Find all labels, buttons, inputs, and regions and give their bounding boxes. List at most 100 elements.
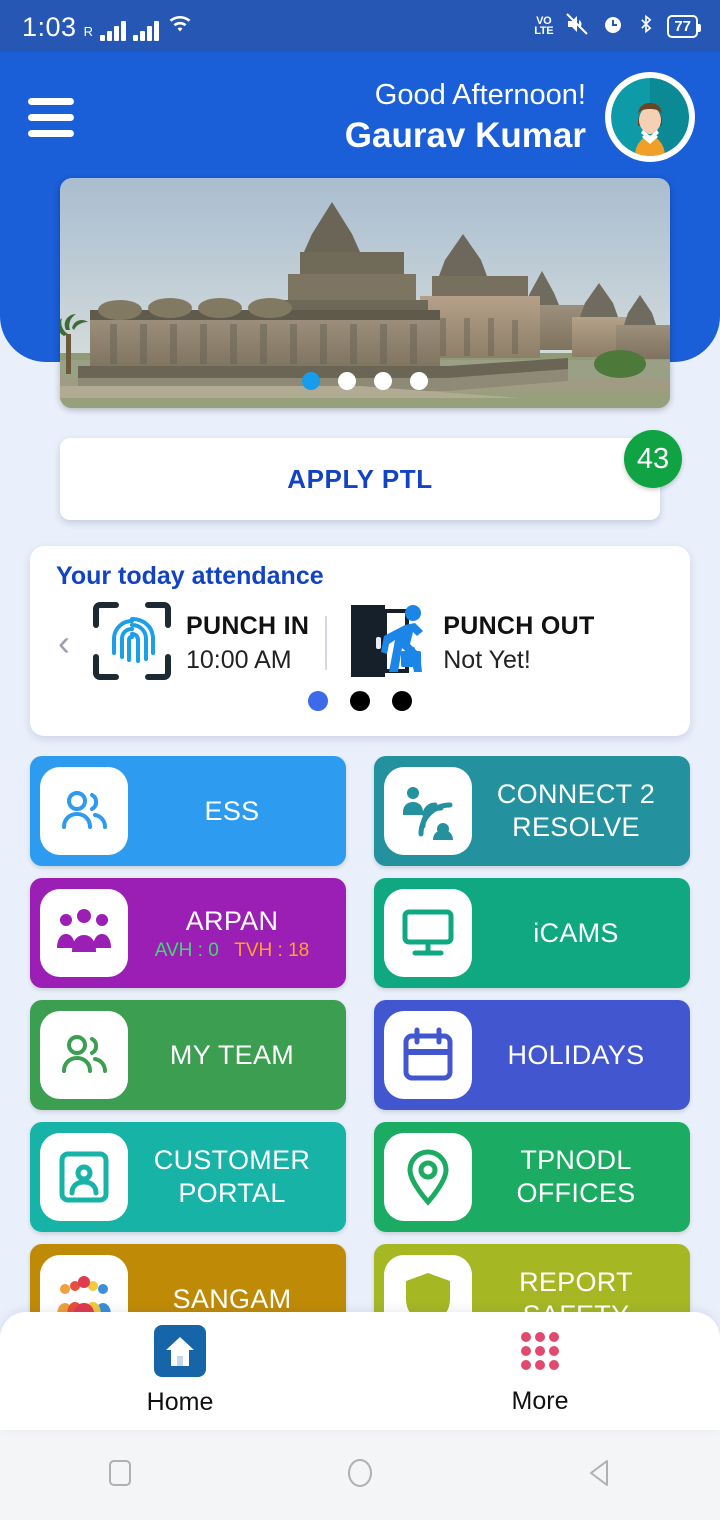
punch-out-value: Not Yet!	[443, 646, 531, 674]
home-icon	[154, 1325, 206, 1382]
greeting-text: Good Afternoon!	[374, 79, 586, 111]
punch-in-label: PUNCH IN	[186, 612, 310, 640]
nav-home-label: Home	[146, 1388, 214, 1416]
tile-label: ESS	[204, 795, 260, 826]
apply-ptl-section: APPLY PTL 43	[0, 430, 720, 520]
status-time: 1:03	[22, 11, 77, 42]
shield-icon	[384, 1255, 472, 1316]
tile-label: TPNODL OFFICES	[516, 1145, 636, 1208]
status-bar: 1:03 R VO LTE 77	[0, 0, 720, 52]
status-bar-right: VO LTE 77	[534, 12, 701, 41]
banner-carousel[interactable]	[60, 178, 670, 408]
attendance-dot-2[interactable]	[350, 691, 370, 711]
tile-arpan-text: ARPAN AVH : 0 TVH : 18	[128, 905, 336, 962]
monitor-icon	[384, 889, 472, 977]
tile-customer-portal-text: CUSTOMER PORTAL	[128, 1144, 336, 1210]
group-people-icon	[40, 889, 128, 977]
tile-tpnodl-offices-text: TPNODL OFFICES	[472, 1144, 680, 1210]
back-triangle-icon[interactable]	[581, 1454, 619, 1497]
tile-report-safety[interactable]: REPORT SAFETY	[374, 1244, 690, 1316]
punch-in-block[interactable]: PUNCH IN 10:00 AM	[84, 599, 309, 688]
attendance-dots[interactable]	[30, 691, 690, 711]
tile-arpan[interactable]: ARPAN AVH : 0 TVH : 18	[30, 878, 346, 988]
roaming-indicator: R	[83, 23, 93, 39]
punch-in-value: 10:00 AM	[186, 646, 292, 674]
attendance-title: Your today attendance	[56, 562, 324, 590]
header-row: Good Afternoon! Gaurav Kumar	[0, 62, 720, 172]
tile-tpnodl-offices[interactable]: TPNODL OFFICES	[374, 1122, 690, 1232]
system-navigation-bar	[0, 1430, 720, 1520]
punch-out-block[interactable]: PUNCH OUT Not Yet!	[343, 599, 594, 688]
nav-item-home[interactable]: Home	[0, 1312, 360, 1430]
attendance-body: ‹ PUNCH IN 10:00 AM PUNCH OUT Not Yet!	[30, 591, 690, 695]
tile-label: HOLIDAYS	[507, 1039, 645, 1070]
tile-icams-text: iCAMS	[472, 917, 680, 950]
tile-holidays-text: HOLIDAYS	[472, 1039, 680, 1072]
tile-icams[interactable]: iCAMS	[374, 878, 690, 988]
carousel-dot-2[interactable]	[338, 372, 356, 390]
avatar[interactable]	[608, 75, 692, 159]
tile-customer-portal[interactable]: CUSTOMER PORTAL	[30, 1122, 346, 1232]
volte-icon: VO LTE	[534, 15, 554, 37]
tile-label: iCAMS	[533, 917, 619, 948]
grid-dots-icon	[515, 1326, 565, 1381]
home-circle-icon[interactable]	[341, 1454, 379, 1497]
attendance-divider	[325, 616, 328, 670]
tile-ess[interactable]: ESS	[30, 756, 346, 866]
tile-arpan-stats: AVH : 0 TVH : 18	[134, 940, 330, 962]
module-tile-grid: ESS CONNECT 2 RESOLVE ARPAN AVH: 0 TVH …	[0, 756, 720, 1316]
wifi-icon	[166, 12, 194, 41]
tile-label: MY TEAM	[169, 1039, 295, 1070]
attendance-card: Your today attendance ‹ PUNCH IN 10:00 A…	[30, 546, 690, 736]
punch-out-text: PUNCH OUT Not Yet!	[443, 609, 594, 677]
alarm-icon	[601, 12, 625, 41]
attendance-dot-1[interactable]	[308, 691, 328, 711]
nav-more-label: More	[511, 1387, 569, 1415]
bluetooth-icon	[636, 12, 656, 41]
greeting-block: Good Afternoon! Gaurav Kumar	[80, 76, 608, 158]
tile-report-safety-text: REPORT SAFETY	[472, 1266, 680, 1316]
attendance-dot-3[interactable]	[392, 691, 412, 711]
user-name: Gaurav Kumar	[344, 116, 586, 155]
tile-label: CONNECT 2 RESOLVE	[496, 779, 656, 842]
person-exit-door-icon	[343, 599, 431, 688]
signal-bars-icon	[99, 19, 126, 41]
tile-label: CUSTOMER PORTAL	[153, 1145, 311, 1208]
app-screen: 1:03 R VO LTE 77 Good Afternoon! Gaurav …	[0, 0, 720, 1520]
tile-my-team-text: MY TEAM	[128, 1039, 336, 1072]
signal-bars-icon-2	[132, 19, 159, 41]
recents-square-icon[interactable]	[101, 1454, 139, 1497]
tile-holidays[interactable]: HOLIDAYS	[374, 1000, 690, 1110]
two-people-icon-2	[40, 1011, 128, 1099]
two-people-icon	[40, 767, 128, 855]
punch-out-label: PUNCH OUT	[443, 612, 595, 640]
fingerprint-scan-icon	[90, 599, 174, 688]
carousel-dot-1[interactable]	[302, 372, 320, 390]
status-bar-left: 1:03 R	[22, 12, 194, 41]
community-people-icon	[40, 1255, 128, 1316]
tile-label: REPORT SAFETY	[519, 1267, 633, 1316]
tile-my-team[interactable]: MY TEAM	[30, 1000, 346, 1110]
tile-label: ARPAN	[185, 905, 279, 936]
avh-value: AVH : 0	[154, 939, 219, 961]
support-signal-icon	[384, 767, 472, 855]
tvh-value: TVH : 18	[234, 939, 310, 961]
tile-sangam[interactable]: SANGAM	[30, 1244, 346, 1316]
nav-item-more[interactable]: More	[360, 1312, 720, 1430]
apply-ptl-button[interactable]: APPLY PTL	[60, 438, 660, 520]
punch-in-text: PUNCH IN 10:00 AM	[186, 609, 309, 677]
tile-connect-2-resolve[interactable]: CONNECT 2 RESOLVE	[374, 756, 690, 866]
apply-ptl-badge: 43	[624, 430, 682, 488]
calendar-icon	[384, 1011, 472, 1099]
attendance-prev-arrow[interactable]: ‹	[44, 625, 84, 661]
carousel-dot-4[interactable]	[410, 372, 428, 390]
battery-icon: 77	[667, 14, 701, 38]
bottom-navigation: Home More	[0, 1312, 720, 1430]
map-pin-icon	[384, 1133, 472, 1221]
tile-label: SANGAM	[172, 1283, 292, 1314]
carousel-dots[interactable]	[60, 372, 670, 390]
hamburger-menu-icon[interactable]	[28, 97, 80, 137]
carousel-dot-3[interactable]	[374, 372, 392, 390]
mute-icon	[564, 12, 590, 41]
tile-ess-text: ESS	[128, 795, 336, 828]
